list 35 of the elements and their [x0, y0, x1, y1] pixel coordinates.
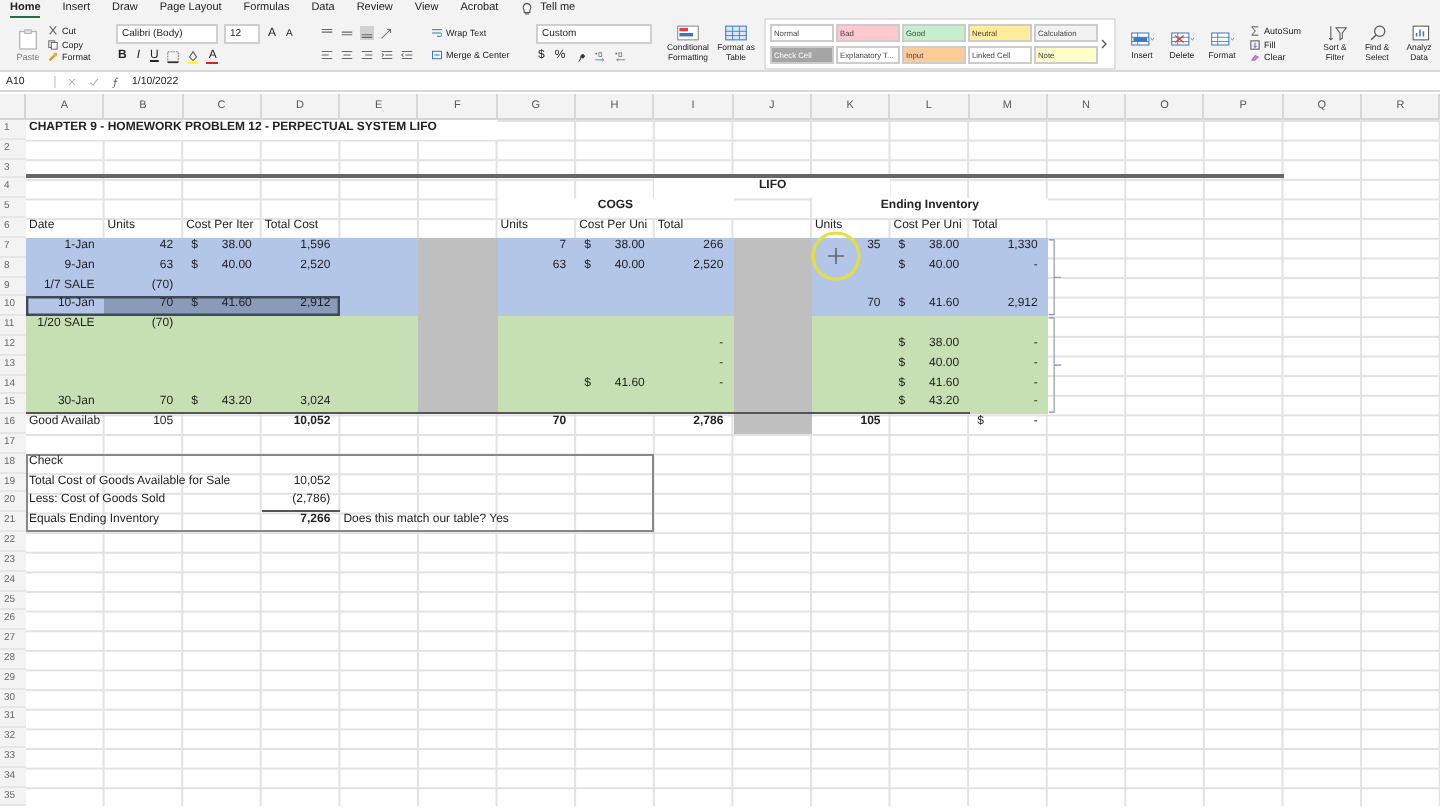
horizontal-align-icon[interactable] [360, 48, 374, 62]
clipboard-icon [18, 27, 38, 49]
indent-icon[interactable] [400, 48, 414, 62]
vertical-align-icon[interactable] [360, 26, 374, 40]
sigma-icon [1250, 26, 1260, 36]
decrease-decimal-icon[interactable] [613, 50, 628, 64]
comma-style-icon[interactable] [573, 50, 588, 64]
insert-cells-icon [1130, 29, 1154, 47]
fill-color-icon[interactable] [186, 50, 201, 64]
borders-icon[interactable] [166, 50, 181, 64]
format-cells-icon [1210, 29, 1234, 47]
table-icon [724, 24, 748, 43]
conditional-format-icon [676, 24, 700, 43]
scissors-icon [48, 26, 58, 36]
sort-filter-icon [1323, 24, 1347, 43]
more-styles-icon[interactable] [1100, 38, 1108, 50]
checkmark-icon[interactable] [88, 75, 100, 87]
increase-decimal-icon[interactable] [593, 50, 608, 64]
lightbulb-icon [520, 2, 535, 16]
delete-cells-icon [1170, 29, 1194, 47]
orientation-icon[interactable] [380, 26, 394, 40]
eraser-icon [1250, 52, 1260, 62]
paintbrush-icon [48, 52, 58, 62]
wrap-text-icon [432, 28, 442, 38]
cursor-highlight [809, 229, 862, 282]
merge-icon [432, 50, 442, 60]
horizontal-align-icon[interactable] [320, 48, 334, 62]
fill-down-icon [1250, 39, 1260, 49]
copy-icon [48, 39, 58, 49]
function-icon[interactable] [110, 75, 122, 87]
vertical-align-icon[interactable] [340, 26, 354, 40]
search-icon [1365, 24, 1389, 43]
indent-icon[interactable] [380, 48, 394, 62]
horizontal-align-icon[interactable] [340, 48, 354, 62]
chart-icon [1407, 24, 1431, 43]
